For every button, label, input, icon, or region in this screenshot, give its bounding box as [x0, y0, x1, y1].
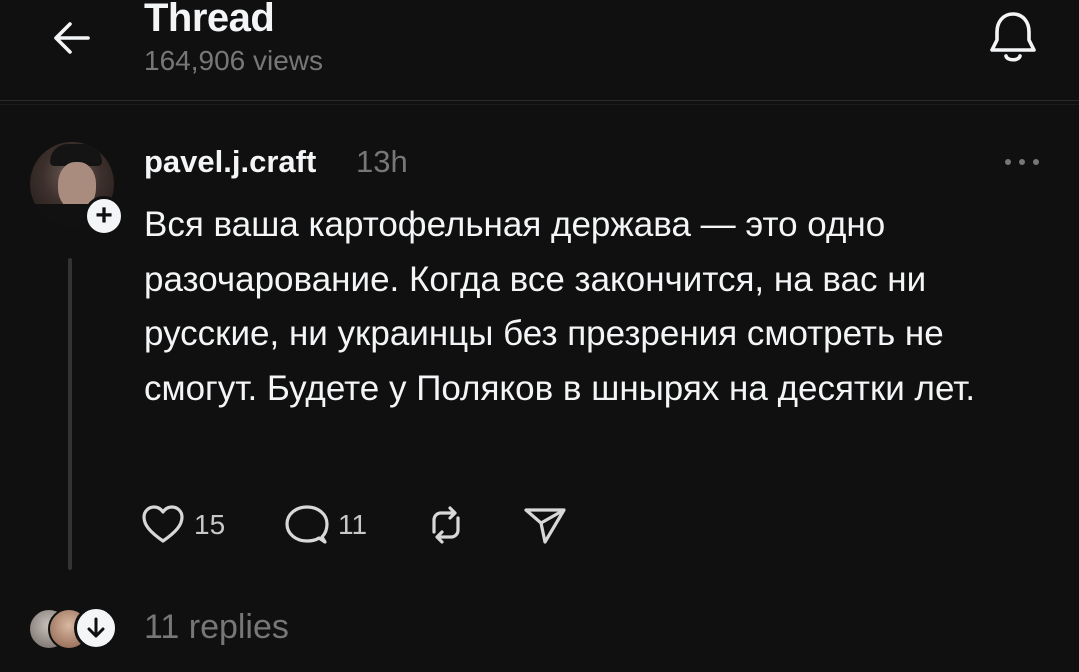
expand-replies-button[interactable] — [74, 606, 118, 650]
more-horizontal-icon — [1005, 159, 1039, 165]
thread-page: Thread 164,906 views + pavel.j.craft 13h… — [0, 0, 1079, 672]
comment-button[interactable]: 11 — [284, 500, 367, 550]
more-options-button[interactable] — [1002, 150, 1044, 174]
header: Thread 164,906 views — [0, 0, 1079, 105]
follow-button[interactable]: + — [84, 196, 124, 236]
replies-link[interactable]: 11 replies — [144, 606, 289, 648]
timestamp: 13h — [356, 144, 408, 179]
like-button[interactable]: 15 — [140, 500, 225, 550]
comment-count: 11 — [338, 509, 368, 540]
thread-line — [68, 258, 72, 570]
reply-avatars[interactable] — [28, 606, 118, 650]
heart-icon — [142, 505, 184, 543]
send-icon — [524, 508, 566, 544]
comment-icon — [285, 505, 329, 544]
like-count: 15 — [194, 509, 226, 540]
share-button[interactable] — [522, 500, 568, 550]
arrow-down-icon — [87, 617, 105, 638]
arrow-left-icon — [54, 22, 90, 54]
header-divider — [0, 100, 1079, 101]
view-count: 164,906 views — [144, 45, 324, 76]
repost-icon — [432, 506, 460, 544]
back-button[interactable] — [48, 14, 96, 62]
notifications-button[interactable] — [985, 6, 1041, 66]
repost-button[interactable] — [424, 500, 468, 550]
post-text: Вся ваша картофельная держава — это одно… — [144, 205, 976, 408]
username[interactable]: pavel.j.craft — [144, 142, 316, 182]
bell-icon — [990, 12, 1036, 62]
header-divider-shadow — [0, 104, 1079, 105]
page-title: Thread — [144, 0, 275, 40]
